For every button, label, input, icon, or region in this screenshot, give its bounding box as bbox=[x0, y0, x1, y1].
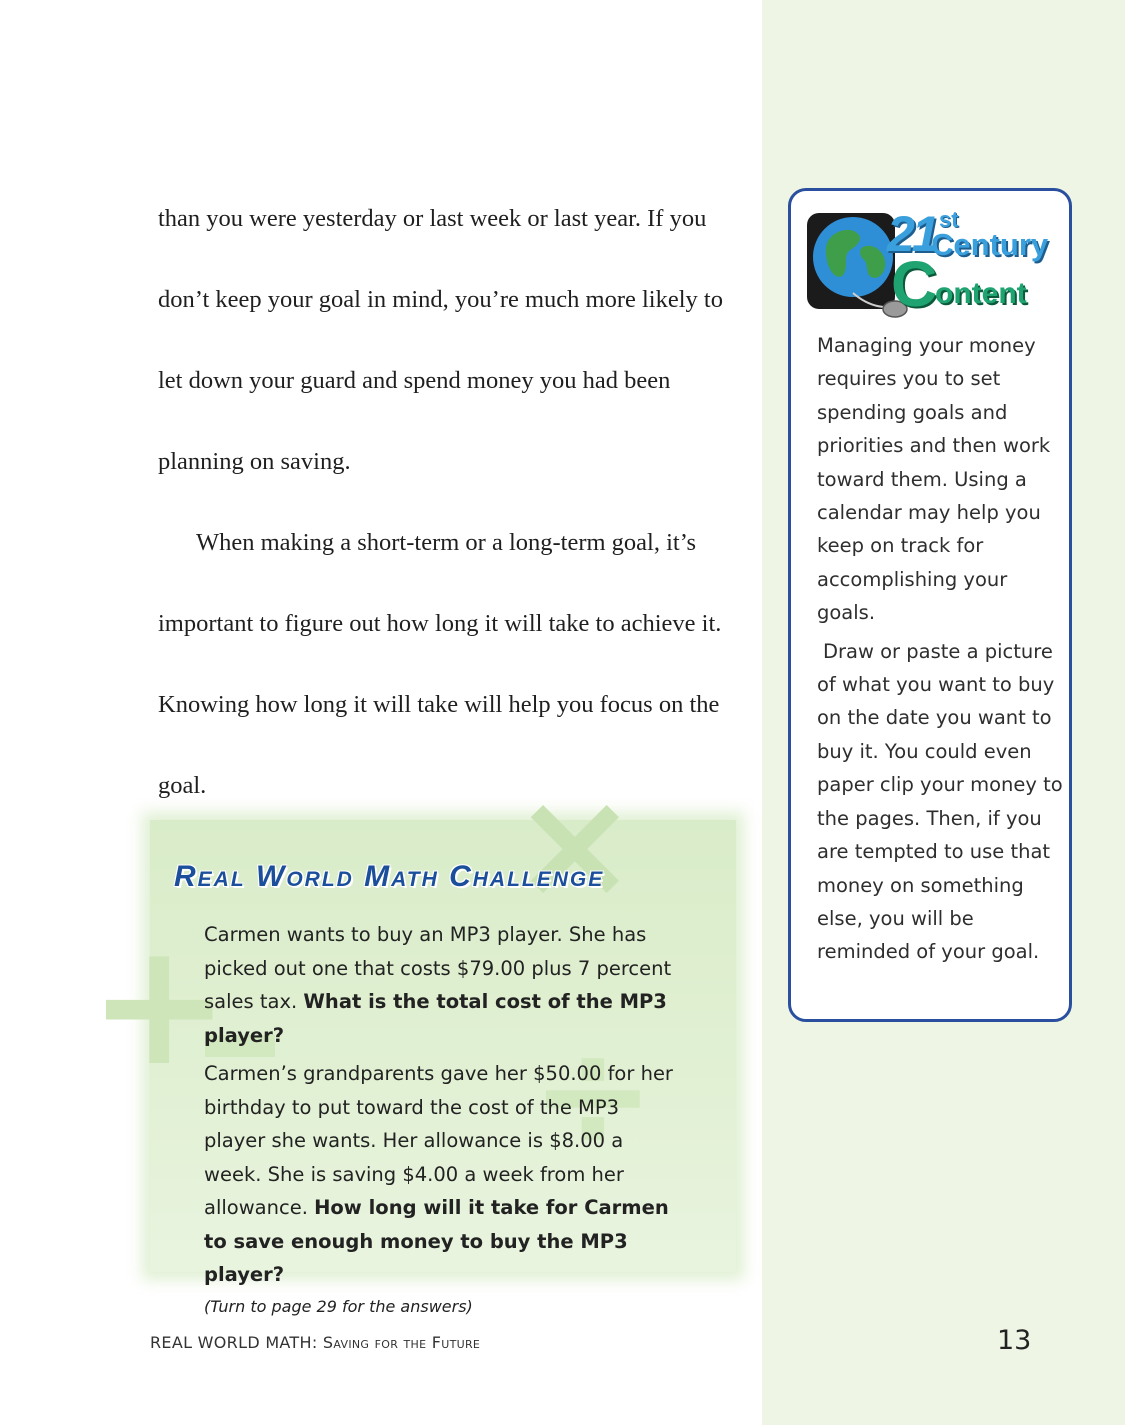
footer-series-title: REAL WORLD MATH: Saving for the Future bbox=[150, 1333, 480, 1352]
card-text: Managing your money requires you to set … bbox=[817, 329, 1069, 969]
body-paragraph-2: When making a short-term or a long-term … bbox=[158, 529, 722, 799]
logo-c-letter: C bbox=[891, 248, 938, 320]
page-number: 13 bbox=[997, 1325, 1032, 1356]
main-body-text: than you were yesterday or last week or … bbox=[158, 178, 748, 826]
21st-century-content-card: 21 st Century C ontent Managing your mon… bbox=[788, 188, 1072, 1022]
challenge-title: Real World Math Challenge bbox=[174, 860, 605, 893]
footer-book-title: Saving for the Future bbox=[322, 1333, 481, 1352]
footer-series: REAL WORLD MATH: bbox=[150, 1333, 318, 1352]
challenge-problem-1: Carmen wants to buy an MP3 player. She h… bbox=[204, 918, 684, 1052]
multiply-sign-decoration: × bbox=[512, 758, 638, 932]
body-paragraph-1: than you were yesterday or last week or … bbox=[158, 205, 723, 475]
challenge-body: Carmen wants to buy an MP3 player. She h… bbox=[204, 918, 684, 1322]
math-challenge-box: × + ÷ Real World Math Challenge Carmen w… bbox=[88, 770, 736, 1316]
card-paragraph-1: Managing your money requires you to set … bbox=[817, 334, 1051, 625]
logo-content-word: ontent bbox=[935, 277, 1027, 310]
answers-note: (Turn to page 29 for the answers) bbox=[204, 1296, 473, 1316]
challenge-problem-2: Carmen’s grandparents gave her $50.00 fo… bbox=[204, 1057, 684, 1292]
logo-century-word: Century bbox=[931, 227, 1049, 262]
21st-century-content-logo: 21 st Century C ontent bbox=[807, 206, 1057, 323]
card-paragraph-2: Draw or paste a picture of what you want… bbox=[817, 639, 1063, 964]
